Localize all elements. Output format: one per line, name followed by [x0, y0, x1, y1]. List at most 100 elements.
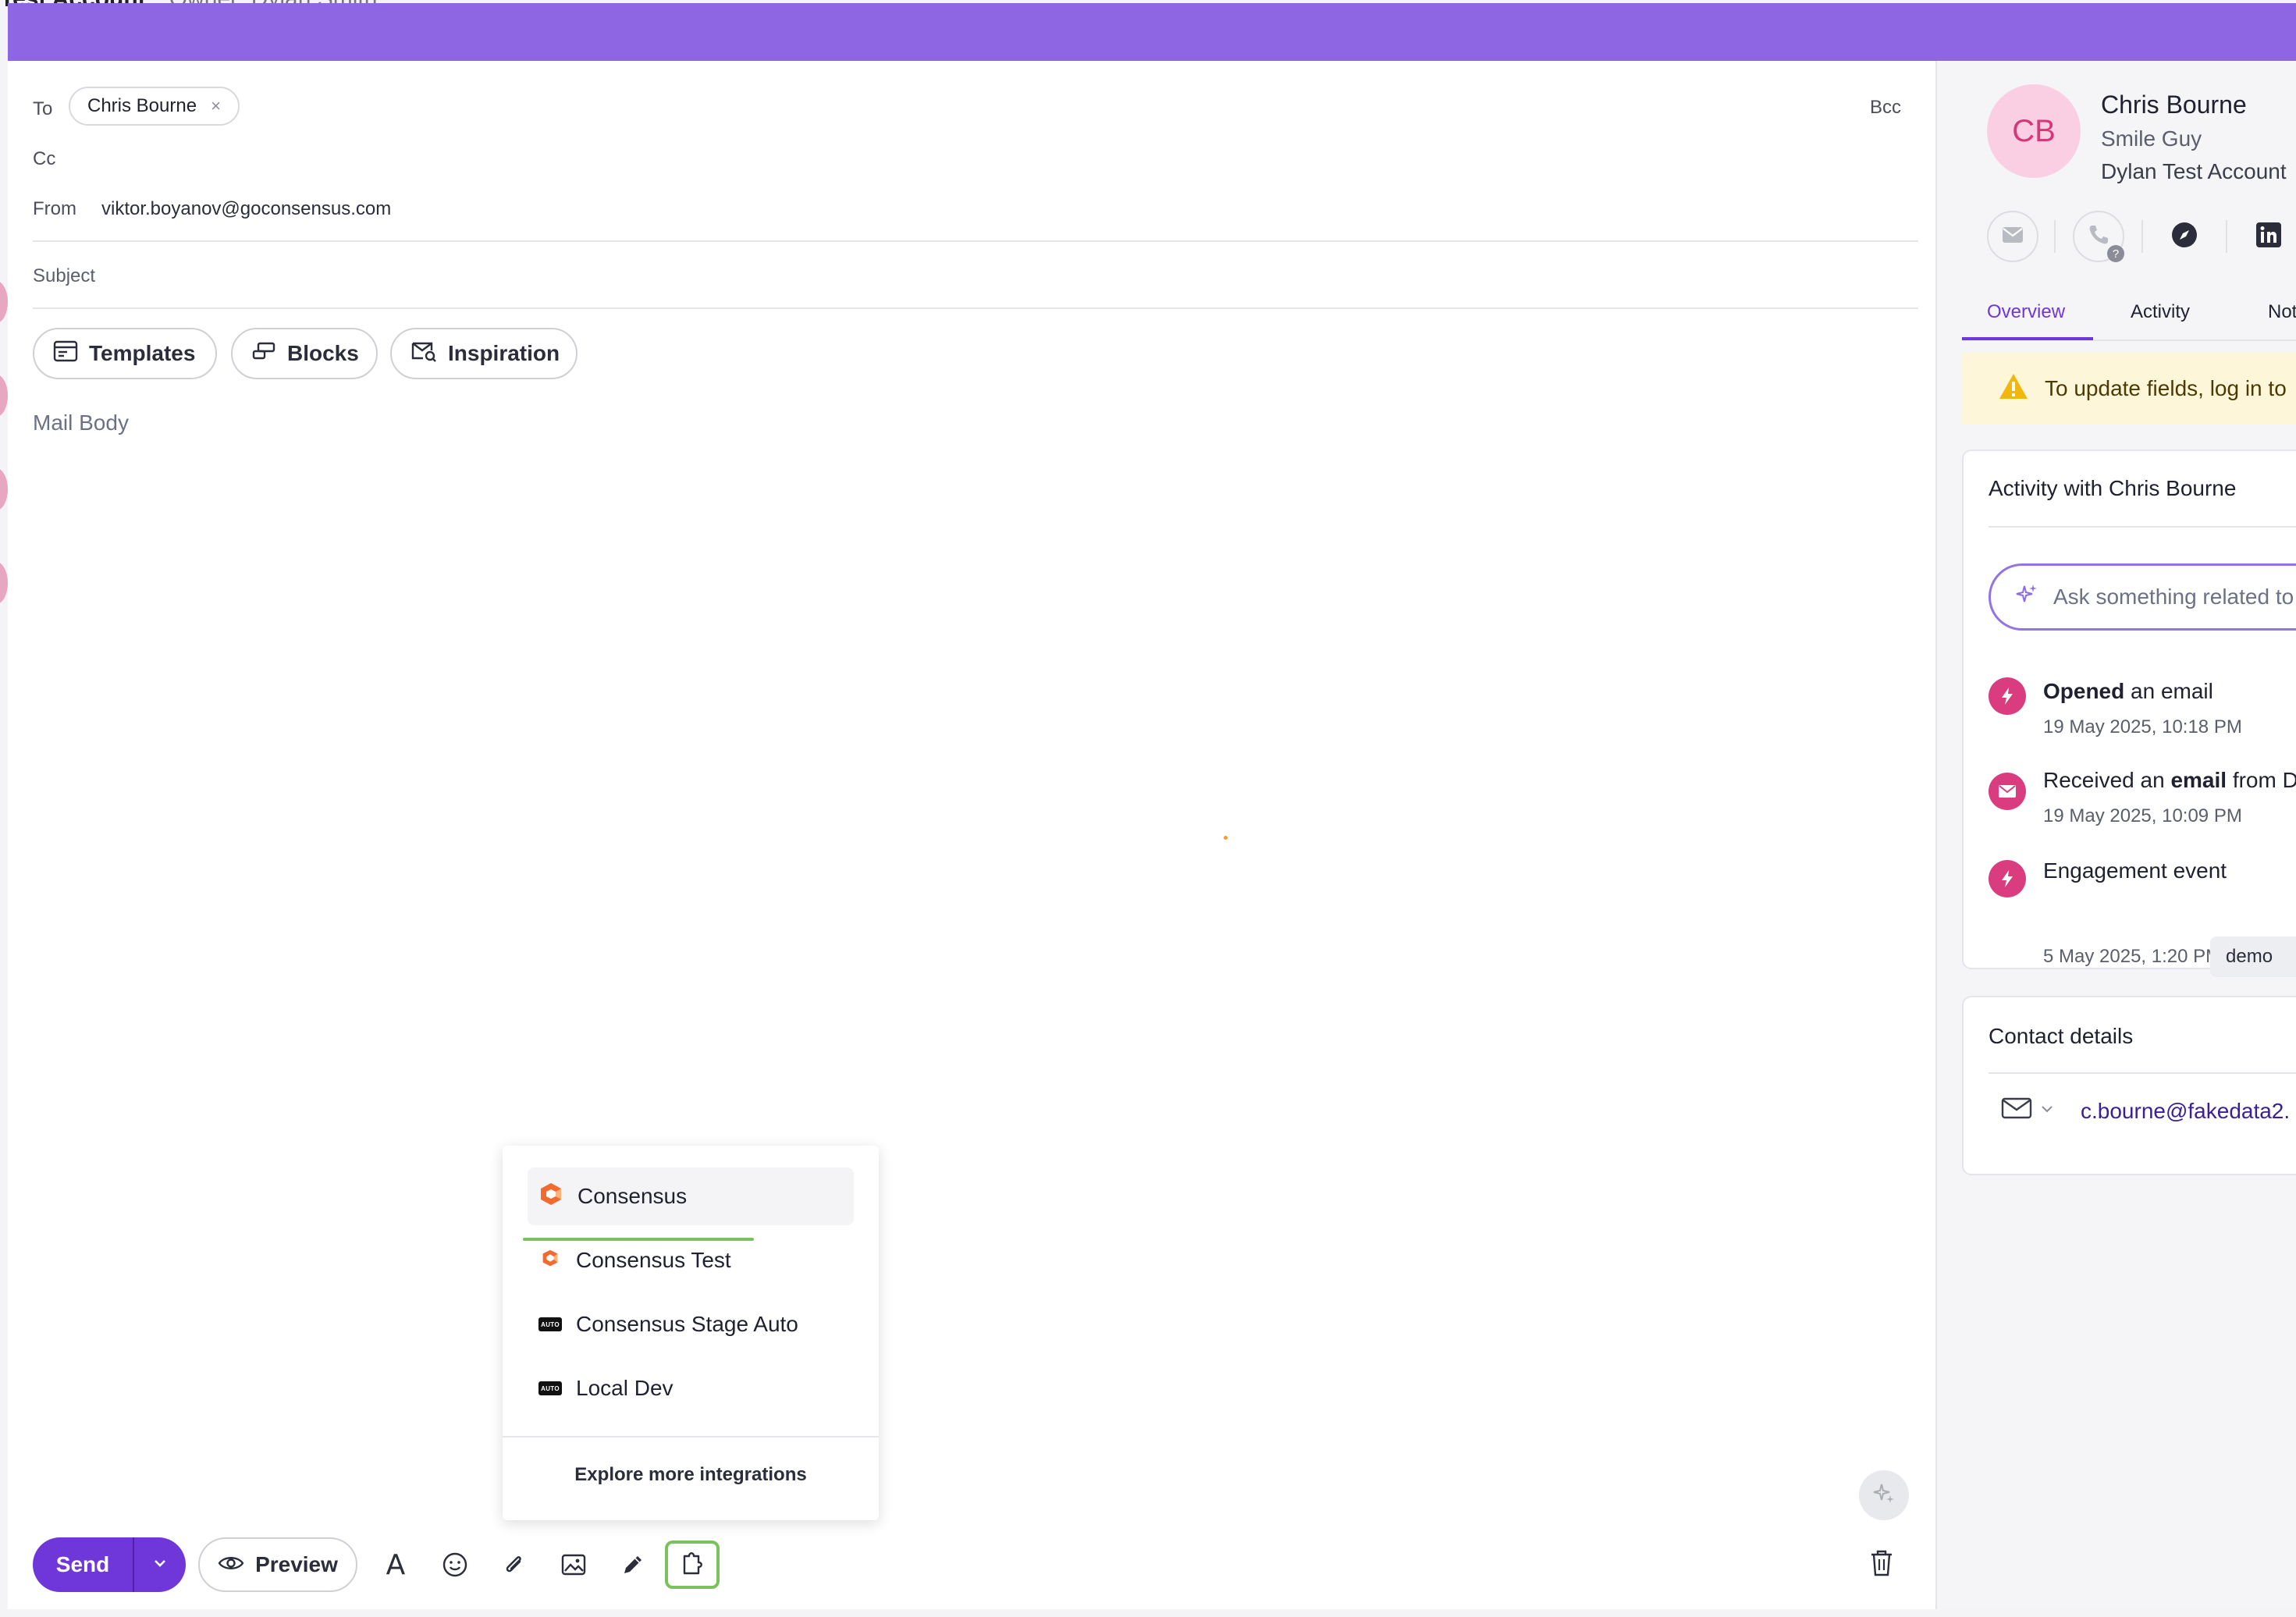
email-type-selector[interactable]: [2001, 1097, 2054, 1123]
divider: [1989, 526, 2296, 528]
compass-icon: [2170, 221, 2198, 253]
mail-body-editor[interactable]: Mail Body: [33, 410, 129, 435]
text-format-icon[interactable]: A: [375, 1544, 417, 1586]
activity-item-text: Received an email from D: [2043, 768, 2296, 792]
activity-card: Activity with Chris Bourne Ask something…: [1962, 450, 2296, 969]
mail-icon: [1989, 773, 2026, 810]
integrations-button[interactable]: [665, 1541, 720, 1589]
email-action-button[interactable]: [1987, 211, 2038, 262]
cc-field[interactable]: Cc: [33, 148, 55, 170]
integration-item-consensus-test[interactable]: Consensus Test: [528, 1231, 854, 1289]
contact-company[interactable]: Dylan Test Account: [2101, 159, 2287, 184]
divider: [2141, 220, 2143, 253]
integration-label: Consensus Stage Auto: [576, 1312, 798, 1336]
activity-item-text: Engagement event: [2043, 858, 2227, 883]
templates-label: Templates: [89, 341, 196, 365]
email-compose: To Chris Bourne × Bcc Cc From viktor.boy…: [8, 61, 1935, 1609]
preview-button[interactable]: Preview: [198, 1537, 357, 1592]
chevron-down-icon: [152, 1558, 168, 1573]
ask-ai-placeholder: Ask something related to: [2053, 585, 2294, 609]
inspiration-label: Inspiration: [448, 341, 560, 365]
divider: [33, 307, 1918, 309]
templates-button[interactable]: Templates: [33, 328, 217, 379]
consensus-logo-icon: [538, 1246, 562, 1275]
divider: [2226, 220, 2227, 253]
remove-recipient-icon[interactable]: ×: [211, 96, 221, 116]
call-action-button[interactable]: ?: [2073, 211, 2124, 262]
recipient-chip[interactable]: Chris Bourne ×: [69, 87, 240, 126]
background-avatar: [0, 375, 8, 417]
warning-banner: To update fields, log in to: [1962, 353, 2296, 425]
integration-label: Local Dev: [576, 1376, 674, 1400]
send-button[interactable]: Send: [33, 1537, 133, 1592]
trash-icon[interactable]: [1868, 1548, 1895, 1582]
blocks-icon: [251, 341, 276, 367]
from-address[interactable]: viktor.boyanov@goconsensus.com: [101, 198, 391, 220]
bcc-toggle[interactable]: Bcc: [1870, 97, 1901, 119]
integration-item-consensus[interactable]: Consensus: [528, 1167, 854, 1225]
mail-icon: [2001, 1097, 2032, 1123]
from-label: From: [33, 198, 76, 219]
integration-item-local-dev[interactable]: AUTO Local Dev: [528, 1359, 854, 1417]
contact-name[interactable]: Chris Bourne: [2101, 91, 2247, 119]
linkedin-icon: [2255, 222, 2282, 252]
templates-icon: [53, 340, 78, 368]
consensus-logo-icon: [538, 1182, 563, 1212]
send-button-group: Send: [33, 1537, 186, 1592]
activity-item-date: 5 May 2025, 1:20 PM: [2043, 946, 2222, 967]
activity-title: Activity with Chris Bourne: [1989, 476, 2237, 500]
tab-notes[interactable]: Notes: [2268, 301, 2296, 323]
lightning-icon: [1989, 860, 2026, 897]
help-badge-icon: ?: [2107, 245, 2124, 262]
inspiration-button[interactable]: Inspiration: [390, 328, 578, 379]
compose-modal: To Chris Bourne × Bcc Cc From viktor.boy…: [8, 3, 2296, 1609]
cursor-dot: [1224, 836, 1228, 840]
contact-side-panel: CB Chris Bourne Smile Guy Dylan Test Acc…: [1935, 61, 2296, 1609]
avatar: CB: [1987, 84, 2081, 178]
preview-label: Preview: [255, 1552, 338, 1576]
send-options-button[interactable]: [134, 1537, 186, 1592]
ask-ai-input[interactable]: Ask something related to: [1989, 563, 2296, 631]
contact-job-title: Smile Guy: [2101, 126, 2202, 151]
emoji-icon[interactable]: [434, 1544, 476, 1586]
blocks-label: Blocks: [287, 341, 359, 365]
integration-item-consensus-stage-auto[interactable]: AUTO Consensus Stage Auto: [528, 1295, 854, 1353]
divider: [1989, 1072, 2296, 1074]
modal-header-bar: [8, 3, 2296, 61]
eye-icon: [218, 1552, 244, 1577]
background-avatar: [0, 468, 8, 510]
subject-input[interactable]: Subject: [33, 265, 95, 287]
auto-badge-icon: AUTO: [538, 1317, 562, 1331]
auto-badge-icon: AUTO: [538, 1381, 562, 1395]
explore-integrations-link[interactable]: Explore more integrations: [503, 1464, 879, 1486]
linkedin-action-button[interactable]: [2243, 211, 2294, 262]
browse-action-button[interactable]: [2159, 211, 2210, 262]
sparkle-icon: [1871, 1481, 1896, 1510]
contact-email-link[interactable]: c.bourne@fakedata2.: [2081, 1099, 2290, 1124]
ai-assist-button[interactable]: [1859, 1470, 1909, 1520]
integrations-menu: Consensus Consensus Test AUTO Consensus …: [503, 1146, 879, 1520]
activity-item-date: 19 May 2025, 10:18 PM: [2043, 716, 2242, 737]
activity-tag[interactable]: demo: [2210, 936, 2296, 977]
activity-item-text: Opened an email: [2043, 679, 2213, 703]
integration-label: Consensus Test: [576, 1248, 731, 1272]
tab-overview[interactable]: Overview: [1987, 301, 2065, 323]
puzzle-icon: [680, 1550, 705, 1580]
warning-icon: [1998, 372, 2029, 406]
divider: [503, 1436, 879, 1438]
sparkle-icon: [2014, 582, 2039, 613]
recipient-name: Chris Bourne: [87, 95, 197, 116]
blocks-button[interactable]: Blocks: [231, 328, 378, 379]
contact-details-card: Contact details c.bourne@fakedata2.: [1962, 996, 2296, 1175]
activity-item-date: 19 May 2025, 10:09 PM: [2043, 805, 2242, 826]
warning-text: To update fields, log in to: [2045, 376, 2287, 400]
divider: [33, 240, 1918, 242]
text-format-glyph: A: [386, 1548, 406, 1581]
signature-pen-icon[interactable]: [612, 1544, 654, 1586]
integration-label: Consensus: [578, 1184, 688, 1208]
background-avatar: [0, 281, 8, 323]
attachment-icon[interactable]: [493, 1544, 535, 1586]
image-icon[interactable]: [553, 1544, 595, 1586]
active-tab-indicator: [1962, 337, 2093, 340]
tab-activity[interactable]: Activity: [2131, 301, 2190, 323]
